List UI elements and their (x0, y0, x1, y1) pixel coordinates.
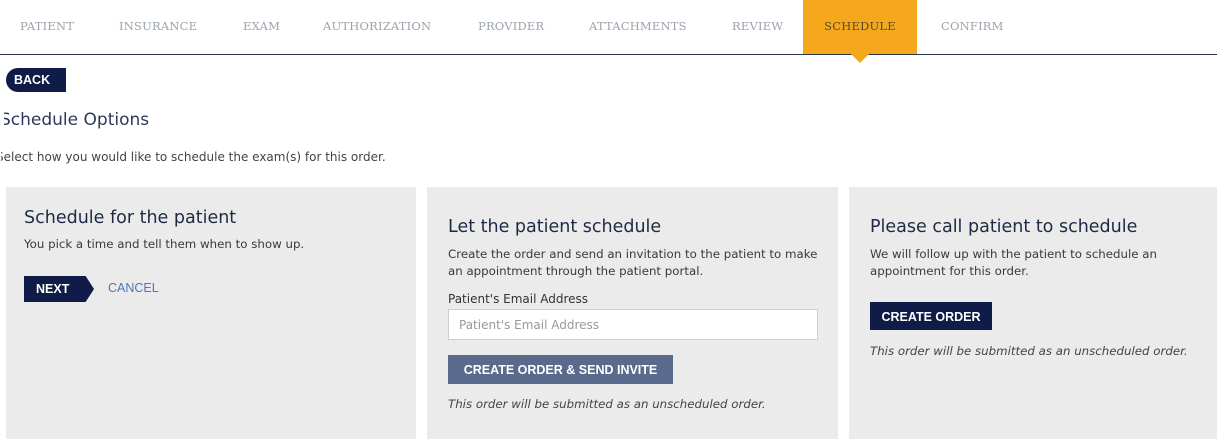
panel-title: Please call patient to schedule (870, 217, 1138, 237)
back-button[interactable]: BACK (6, 68, 66, 92)
email-field-label: Patient's Email Address (448, 292, 589, 306)
panel-title: Let the patient schedule (448, 217, 662, 237)
schedule-for-patient-panel: Schedule for the patient You pick a time… (6, 187, 416, 439)
panel-title: Schedule for the patient (24, 208, 237, 228)
step-confirm[interactable]: CONFIRM (941, 0, 1004, 54)
create-order-send-invite-button[interactable]: CREATE ORDER & SEND INVITE (448, 355, 673, 384)
panel-description: We will follow up with the patient to sc… (870, 247, 1158, 278)
patient-email-input[interactable] (448, 309, 818, 340)
step-authorization[interactable]: AUTHORIZATION (323, 0, 431, 54)
step-insurance[interactable]: INSURANCE (119, 0, 197, 54)
let-patient-schedule-panel: Let the patient schedule Create the orde… (427, 187, 838, 439)
next-button[interactable]: NEXT (24, 276, 94, 302)
unscheduled-note: This order will be submitted as an unsch… (448, 397, 766, 411)
unscheduled-note: This order will be submitted as an unsch… (870, 344, 1188, 358)
page-title: Schedule Options (0, 110, 150, 130)
cancel-link[interactable]: CANCEL (108, 281, 159, 295)
panel-description: You pick a time and tell them when to sh… (24, 237, 305, 251)
page-subtitle: Select how you would like to schedule th… (0, 150, 386, 164)
step-exam[interactable]: EXAM (243, 0, 280, 54)
step-patient[interactable]: PATIENT (20, 0, 74, 54)
step-provider[interactable]: PROVIDER (478, 0, 544, 54)
call-patient-panel: Please call patient to schedule We will … (849, 187, 1217, 439)
step-schedule-active[interactable]: SCHEDULE (803, 0, 917, 63)
step-navigation: PATIENT INSURANCE EXAM AUTHORIZATION PRO… (0, 0, 1217, 63)
step-review[interactable]: REVIEW (732, 0, 783, 54)
step-attachments[interactable]: ATTACHMENTS (589, 0, 687, 54)
panel-description: Create the order and send an invitation … (448, 247, 818, 278)
create-order-button[interactable]: CREATE ORDER (870, 302, 992, 330)
